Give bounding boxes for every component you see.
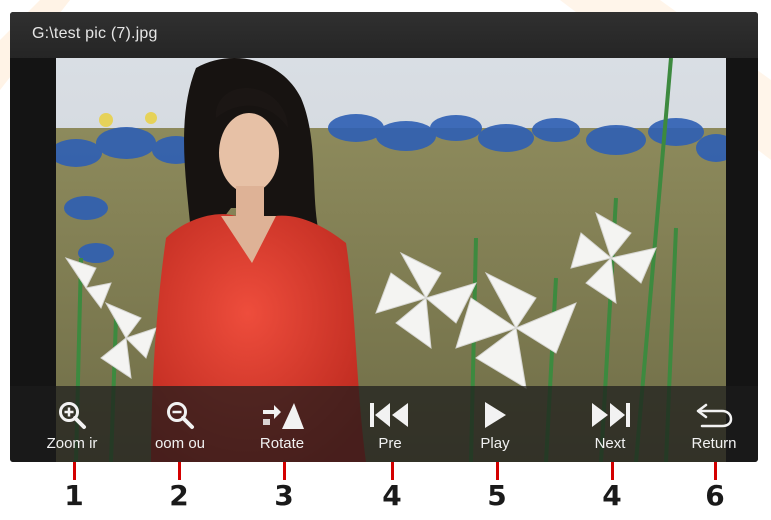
file-path-title: G:\test pic (7).jpg: [32, 25, 158, 42]
rotate-button[interactable]: Rotate: [232, 386, 332, 462]
zoom-out-label: oom ou: [154, 435, 206, 452]
return-arrow-icon: [694, 398, 734, 432]
callout-play: 5: [477, 462, 517, 512]
callout-number: 3: [274, 479, 294, 512]
rotate-icon: [260, 398, 304, 432]
zoom-out-icon: [165, 398, 195, 432]
callout-return: 6: [695, 462, 735, 512]
previous-label: Pre: [378, 435, 402, 452]
next-button[interactable]: Next: [560, 386, 660, 462]
play-button[interactable]: Play: [445, 386, 545, 462]
callout-next: 4: [592, 462, 632, 512]
zoom-out-button[interactable]: oom ou: [130, 386, 230, 462]
zoom-in-button[interactable]: Zoom ir: [22, 386, 122, 462]
play-icon: [482, 398, 508, 432]
callout-number: 4: [602, 479, 622, 512]
photo-viewer-screen: G:\test pic (7).jpg Zoom ir oom ou Rotat…: [10, 12, 758, 462]
callout-number: 6: [705, 479, 725, 512]
rotate-label: Rotate: [259, 435, 305, 452]
callout-previous: 4: [372, 462, 412, 512]
callout-rotate: 3: [264, 462, 304, 512]
callout-line: [282, 462, 286, 480]
return-button[interactable]: Return: [664, 386, 758, 462]
callout-number: 2: [169, 479, 189, 512]
zoom-in-icon: [57, 398, 87, 432]
callout-number: 5: [487, 479, 507, 512]
skip-previous-icon: [368, 398, 412, 432]
callout-line: [72, 462, 76, 480]
callout-line: [390, 462, 394, 480]
callout-zoom-in: 1: [54, 462, 94, 512]
play-label: Play: [480, 435, 510, 452]
title-bar: G:\test pic (7).jpg: [10, 12, 758, 58]
zoom-in-label: Zoom ir: [46, 435, 98, 452]
next-label: Next: [594, 435, 626, 452]
callout-line: [495, 462, 499, 480]
previous-button[interactable]: Pre: [340, 386, 440, 462]
skip-next-icon: [588, 398, 632, 432]
callout-number: 1: [64, 479, 84, 512]
return-label: Return: [691, 435, 737, 452]
playback-toolbar: Zoom ir oom ou Rotate Pre Play Next Retu…: [10, 386, 758, 462]
callout-annotations: 1 2 3 4 5 4 6: [0, 462, 771, 520]
callout-line: [177, 462, 181, 480]
callout-zoom-out: 2: [159, 462, 199, 512]
callout-line: [713, 462, 717, 480]
callout-number: 4: [382, 479, 402, 512]
callout-line: [610, 462, 614, 480]
